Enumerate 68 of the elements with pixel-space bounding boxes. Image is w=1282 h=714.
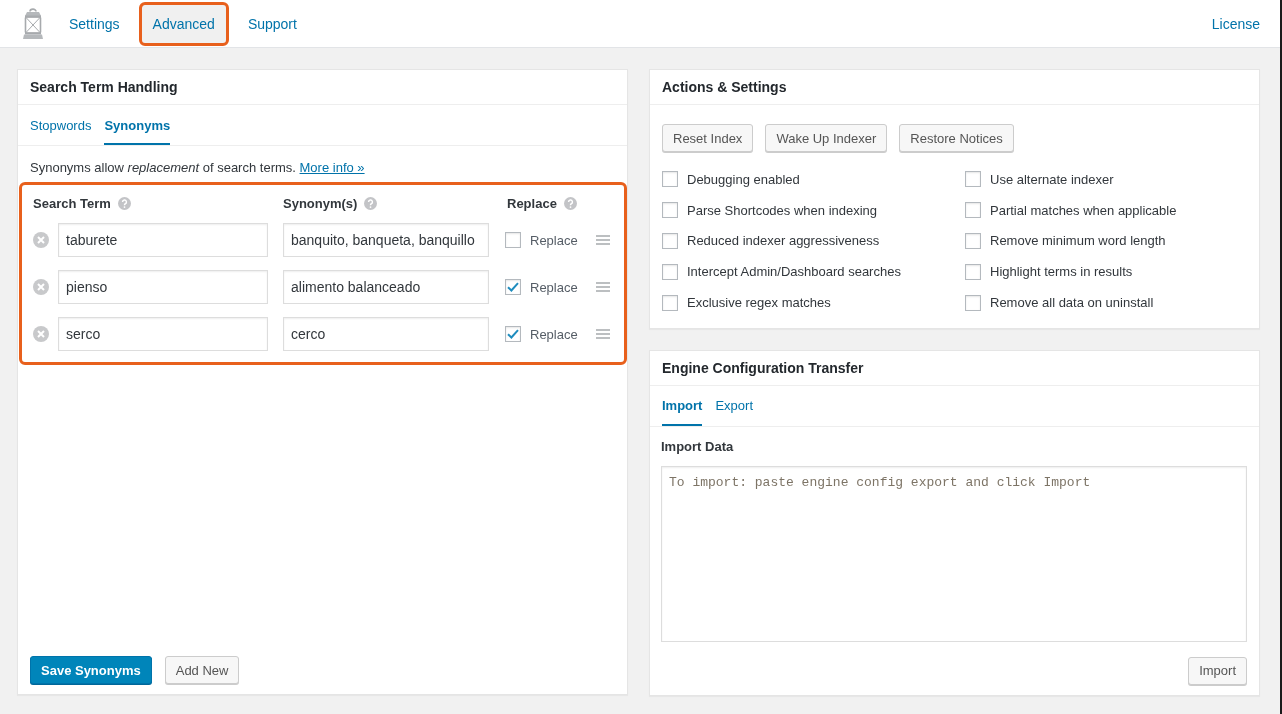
more-info-link[interactable]: More info » (299, 160, 365, 175)
checkbox[interactable] (965, 202, 981, 219)
field-label: Import Data (661, 439, 735, 455)
panel-title: Search Term Handling (18, 70, 627, 105)
remove-icon[interactable] (33, 326, 49, 342)
checkbox[interactable] (662, 263, 678, 280)
checkbox-label: Use alternate indexer (990, 171, 1114, 187)
drag-handle-icon[interactable] (596, 282, 610, 292)
search-term-input[interactable]: pienso (58, 270, 268, 304)
checkbox-label: Replace (530, 326, 578, 342)
checkbox-label: Replace (530, 279, 578, 295)
drag-handle-icon[interactable] (596, 235, 610, 245)
checkbox-label: Reduced indexer aggressiveness (687, 233, 880, 249)
panel-title: Actions & Settings (650, 70, 1259, 105)
search-term-input[interactable]: taburete (58, 223, 268, 257)
save-button[interactable]: Save Synonyms (30, 656, 152, 684)
action-button[interactable]: Wake Up Indexer (765, 124, 888, 152)
checkbox[interactable] (965, 263, 981, 280)
checkbox[interactable] (662, 171, 678, 188)
checkbox-label: Partial matches when applicable (990, 202, 1177, 218)
remove-icon[interactable] (33, 279, 49, 295)
checkbox-label: Highlight terms in results (990, 264, 1133, 280)
checkbox-label: Remove minimum word length (990, 233, 1166, 249)
checkbox[interactable] (965, 171, 981, 188)
help-icon[interactable] (117, 196, 131, 210)
column-header: Synonym(s) (283, 195, 358, 211)
add-button[interactable]: Add New (164, 656, 240, 684)
checkbox-label: Remove all data on uninstall (990, 295, 1154, 311)
checkbox[interactable] (505, 326, 521, 342)
drag-handle-icon[interactable] (596, 329, 610, 339)
column-header: Search Term (33, 195, 111, 211)
checkbox[interactable] (965, 233, 981, 249)
checkbox-label: Replace (530, 232, 578, 248)
checkbox[interactable] (662, 294, 678, 311)
column-header: Replace (507, 195, 557, 211)
checkmark-icon (507, 329, 519, 339)
synonyms-input[interactable]: banquito, banqueta, banquillo (283, 223, 489, 257)
help-icon[interactable] (364, 196, 378, 210)
checkbox[interactable] (505, 232, 521, 248)
checkbox[interactable] (662, 202, 678, 219)
license-link[interactable]: License (1211, 15, 1260, 32)
checkbox[interactable] (505, 279, 521, 295)
synonyms-input[interactable]: alimento balanceado (283, 270, 489, 304)
panel-title: Engine Configuration Transfer (650, 351, 1259, 386)
import-textarea[interactable]: To import: paste engine config export and click Import (661, 466, 1247, 642)
checkmark-icon (507, 282, 519, 292)
import-button[interactable]: Import (1188, 657, 1247, 685)
lantern-logo-icon (22, 7, 44, 40)
checkbox-label: Parse Shortcodes when indexing (687, 202, 878, 218)
checkbox-label: Exclusive regex matches (687, 295, 831, 311)
search-term-input[interactable]: serco (58, 317, 268, 351)
nav-tab[interactable]: Settings (55, 2, 134, 46)
nav-tab[interactable]: Advanced (138, 2, 229, 46)
checkbox-label: Intercept Admin/Dashboard searches (687, 264, 901, 280)
synonyms-input[interactable]: cerco (283, 317, 489, 351)
tab[interactable]: Stopwords (30, 105, 92, 145)
tab[interactable]: Export (715, 386, 754, 426)
action-button[interactable]: Reset Index (662, 124, 754, 152)
checkbox-label: Debugging enabled (687, 171, 800, 187)
tab[interactable]: Import (662, 386, 703, 426)
checkbox[interactable] (965, 294, 981, 311)
checkbox[interactable] (662, 233, 678, 249)
nav-tab[interactable]: Support (233, 2, 311, 46)
tab[interactable]: Synonyms (104, 105, 171, 145)
help-icon[interactable] (563, 196, 577, 210)
action-button[interactable]: Restore Notices (899, 124, 1014, 152)
description-text: Synonyms allow replacement of search terms. More info » (30, 160, 366, 176)
remove-icon[interactable] (33, 232, 49, 248)
